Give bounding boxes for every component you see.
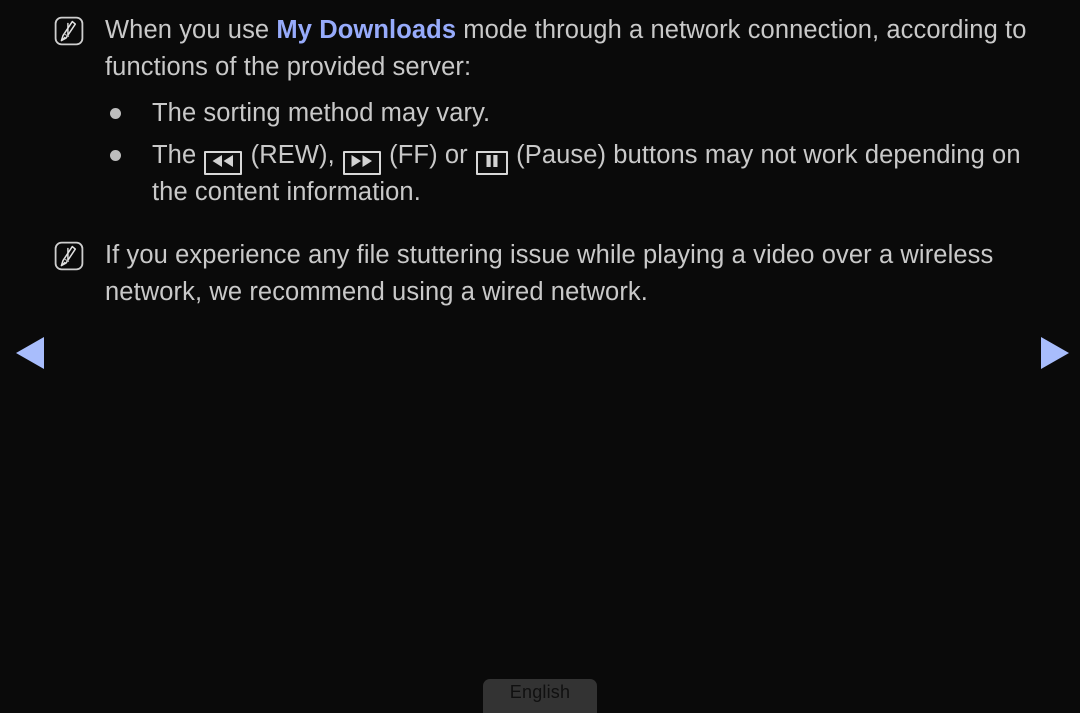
note-text-1: When you use My Downloads mode through a… bbox=[105, 12, 1050, 86]
note-1-text-before: When you use bbox=[105, 16, 277, 44]
note-block-1: When you use My Downloads mode through a… bbox=[0, 12, 1080, 86]
language-button[interactable]: English bbox=[483, 679, 597, 713]
bullet-2-lead: The bbox=[152, 141, 204, 169]
list-item: The (REW), (FF) or (Pause) buttons may n… bbox=[110, 137, 1050, 211]
note-pen-icon bbox=[54, 16, 84, 46]
bullet-dot-icon bbox=[110, 150, 121, 161]
bullet-list: The sorting method may vary. The (REW), bbox=[0, 95, 1080, 211]
next-page-arrow[interactable] bbox=[1037, 335, 1071, 371]
bullet-2-label-2: (FF) or bbox=[381, 141, 475, 169]
note-block-2: If you experience any file stuttering is… bbox=[0, 237, 1080, 311]
note-pen-icon bbox=[54, 241, 84, 271]
bullet-2-label-1: (REW), bbox=[243, 141, 342, 169]
rewind-key-icon bbox=[204, 151, 243, 176]
fast-forward-key-icon bbox=[342, 151, 381, 176]
previous-page-arrow[interactable] bbox=[14, 335, 48, 371]
bullet-text-2: The (REW), (FF) or (Pause) buttons may n… bbox=[152, 137, 1050, 211]
my-downloads-highlight: My Downloads bbox=[276, 16, 457, 44]
content-area: When you use My Downloads mode through a… bbox=[0, 0, 1080, 311]
bullet-dot-icon bbox=[110, 108, 121, 119]
pause-key-icon bbox=[475, 151, 508, 176]
list-item: The sorting method may vary. bbox=[110, 95, 1050, 132]
bullet-text-1: The sorting method may vary. bbox=[152, 99, 491, 127]
emanual-page: When you use My Downloads mode through a… bbox=[0, 0, 1080, 713]
note-text-2: If you experience any file stuttering is… bbox=[105, 241, 994, 307]
